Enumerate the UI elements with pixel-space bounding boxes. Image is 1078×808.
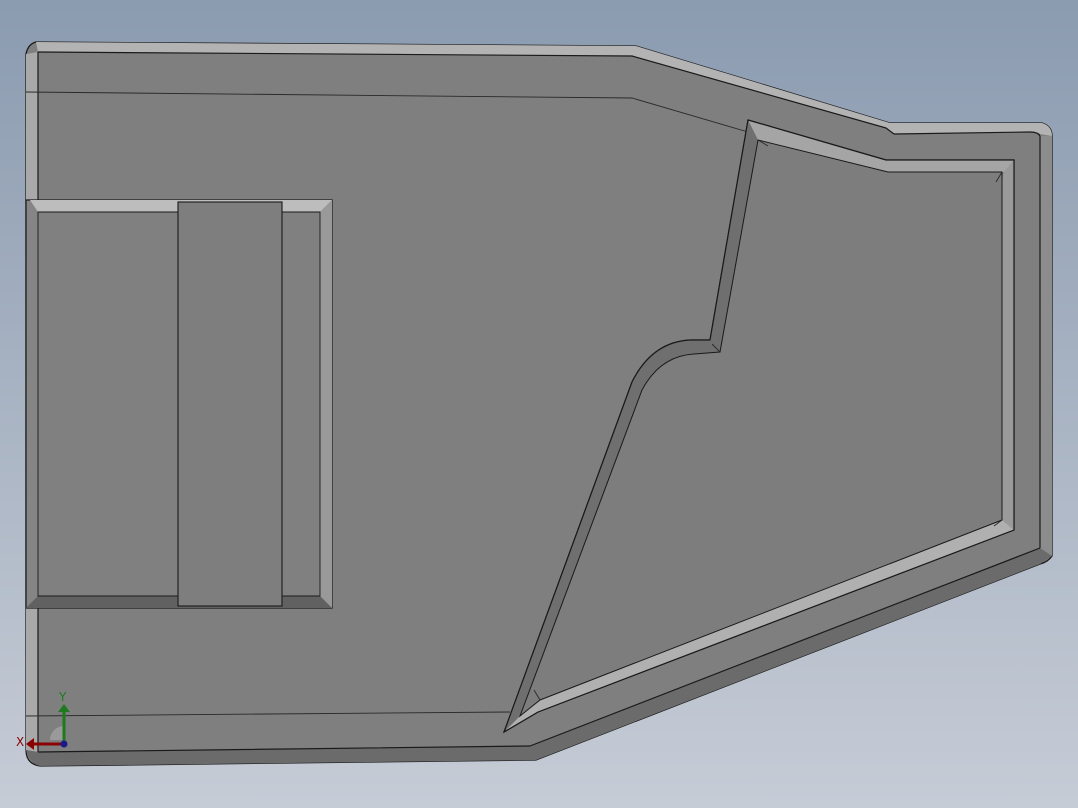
plate-right-fillet [1040, 136, 1052, 556]
pocket-right-wall [1002, 160, 1014, 530]
triad-z-dot [60, 740, 68, 748]
boss-right-fillet [320, 200, 332, 608]
triad-y-label: Y [58, 690, 67, 704]
boss-slot[interactable] [177, 201, 283, 607]
cad-graphics-area[interactable]: X Y [0, 0, 1078, 808]
triad-x-label: X [16, 735, 24, 749]
cad-viewport[interactable]: X Y [0, 0, 1078, 808]
